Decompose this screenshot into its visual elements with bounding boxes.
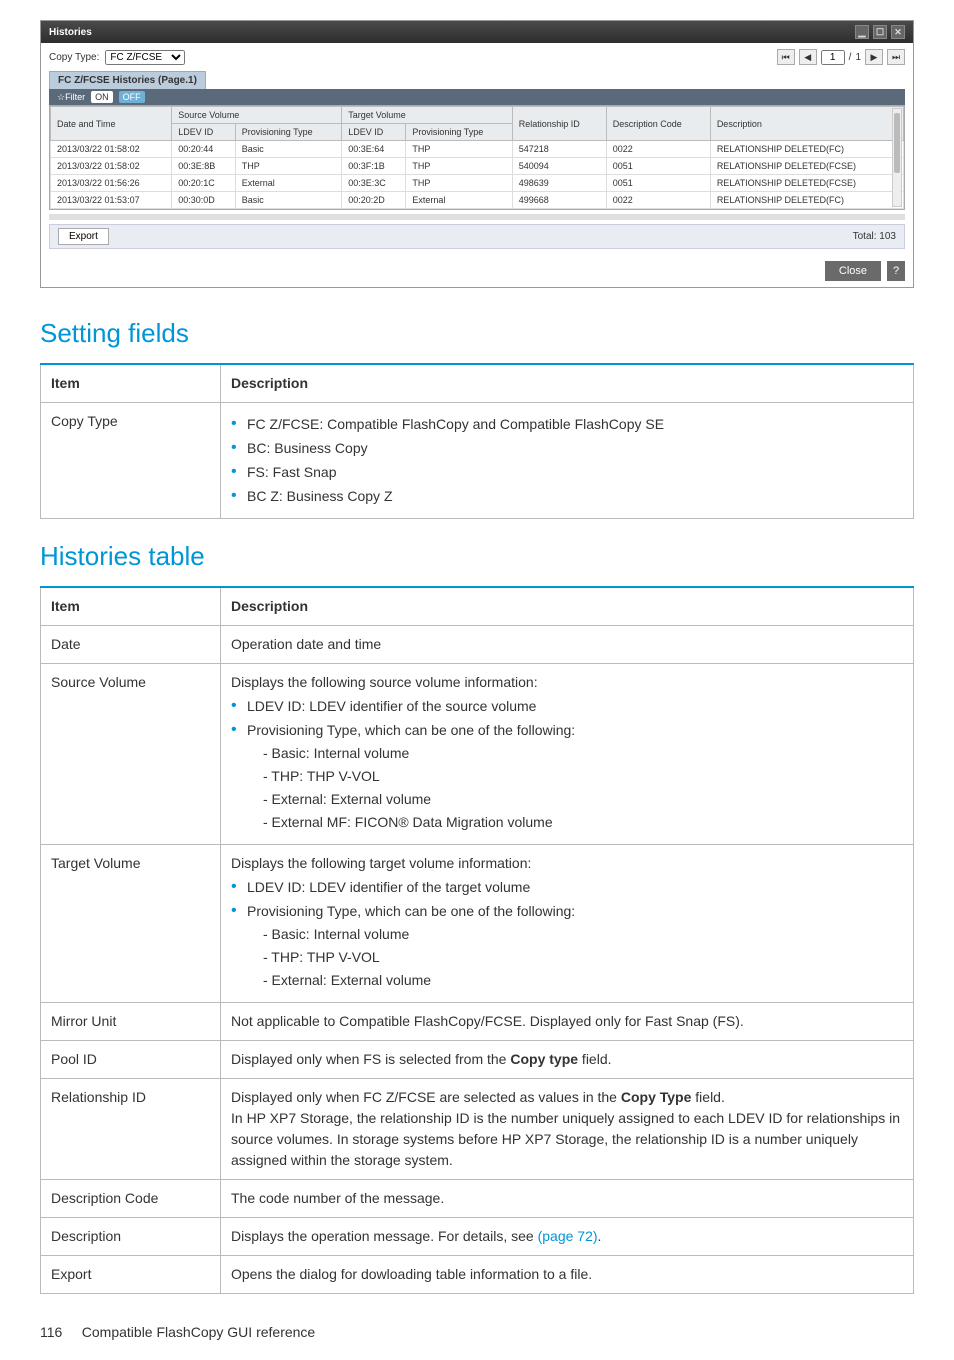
table-row: Relationship ID Displayed only when FC Z… — [41, 1079, 914, 1180]
table-row[interactable]: 2013/03/22 01:56:2600:20:1CExternal00:3E… — [51, 175, 904, 192]
col-item: Item — [41, 364, 221, 403]
section-histories-table: Histories table — [40, 541, 914, 572]
grid: Date and Time Source Volume Target Volum… — [49, 105, 905, 210]
table-row[interactable]: 2013/03/22 01:53:0700:30:0DBasic00:20:2D… — [51, 192, 904, 209]
cell-desc: FC Z/FCSE: Compatible FlashCopy and Comp… — [221, 403, 914, 519]
pager-sep: / — [849, 52, 852, 63]
table-row: Source Volume Displays the following sou… — [41, 664, 914, 845]
footer-text: Compatible FlashCopy GUI reference — [82, 1324, 315, 1340]
filter-on[interactable]: ON — [91, 91, 113, 103]
export-button[interactable]: Export — [58, 228, 109, 245]
vertical-scrollbar[interactable] — [892, 108, 902, 207]
total-label: Total: 103 — [853, 231, 896, 242]
setting-fields-table: Item Description Copy Type FC Z/FCSE: Co… — [40, 363, 914, 519]
table-row: Description Code The code number of the … — [41, 1180, 914, 1218]
toolbar: Copy Type: FC Z/FCSE ⏮ ◀ / 1 ▶ ⏭ — [41, 43, 913, 71]
close-icon[interactable]: ✕ — [891, 25, 905, 39]
pane-tab[interactable]: FC Z/FCSE Histories (Page.1) — [49, 71, 206, 89]
window-title: Histories — [49, 27, 92, 38]
page-72-link[interactable]: (page 72) — [538, 1228, 598, 1244]
table-row: Date Operation date and time — [41, 626, 914, 664]
col-desccode[interactable]: Description Code — [606, 107, 710, 141]
pager-next-icon[interactable]: ▶ — [865, 49, 883, 65]
col-datetime[interactable]: Date and Time — [51, 107, 172, 141]
table-row[interactable]: 2013/03/22 01:58:0200:3E:8BTHP00:3F:1BTH… — [51, 158, 904, 175]
pager-page-input[interactable] — [821, 50, 845, 65]
pager-last-icon[interactable]: ⏭ — [887, 49, 905, 65]
help-button[interactable]: ? — [887, 261, 905, 281]
minimize-icon[interactable]: ▁ — [855, 25, 869, 39]
maximize-icon[interactable]: ☐ — [873, 25, 887, 39]
table-row: Description Displays the operation messa… — [41, 1218, 914, 1256]
table-row: Target Volume Displays the following tar… — [41, 845, 914, 1003]
filter-bar: ☆Filter ON OFF — [49, 89, 905, 105]
col-tgt-ldev[interactable]: LDEV ID — [342, 124, 406, 141]
horizontal-scrollbar[interactable] — [49, 214, 905, 220]
close-button[interactable]: Close — [825, 261, 881, 281]
col-description: Description — [221, 364, 914, 403]
copy-type-label: Copy Type: — [49, 52, 99, 63]
bottom-bar: Close ? — [41, 255, 913, 287]
filter-label[interactable]: ☆Filter — [57, 92, 85, 103]
col-relid[interactable]: Relationship ID — [512, 107, 606, 141]
col-tgt-prov[interactable]: Provisioning Type — [406, 124, 512, 141]
col-source[interactable]: Source Volume — [172, 107, 342, 124]
col-src-ldev[interactable]: LDEV ID — [172, 124, 235, 141]
grid-footer: Export Total: 103 — [49, 224, 905, 249]
pager-total: 1 — [855, 52, 861, 63]
table-row: Mirror Unit Not applicable to Compatible… — [41, 1003, 914, 1041]
table-row: Pool ID Displayed only when FS is select… — [41, 1041, 914, 1079]
histories-window: Histories ▁ ☐ ✕ Copy Type: FC Z/FCSE ⏮ ◀… — [40, 20, 914, 288]
section-setting-fields: Setting fields — [40, 318, 914, 349]
col-src-prov[interactable]: Provisioning Type — [235, 124, 341, 141]
pager-prev-icon[interactable]: ◀ — [799, 49, 817, 65]
pager: ⏮ ◀ / 1 ▶ ⏭ — [777, 49, 905, 65]
page-number: 116 — [40, 1324, 62, 1340]
col-description: Description — [221, 587, 914, 626]
page-footer: 116 Compatible FlashCopy GUI reference — [40, 1324, 914, 1340]
filter-off[interactable]: OFF — [119, 91, 145, 103]
col-item: Item — [41, 587, 221, 626]
pager-first-icon[interactable]: ⏮ — [777, 49, 795, 65]
col-desc[interactable]: Description — [710, 107, 903, 141]
table-row: Copy Type FC Z/FCSE: Compatible FlashCop… — [41, 403, 914, 519]
cell-item: Copy Type — [41, 403, 221, 519]
copy-type-select[interactable]: FC Z/FCSE — [105, 50, 185, 65]
titlebar: Histories ▁ ☐ ✕ — [41, 21, 913, 43]
col-target[interactable]: Target Volume — [342, 107, 513, 124]
table-row[interactable]: 2013/03/22 01:58:0200:20:44Basic00:3E:64… — [51, 141, 904, 158]
titlebar-controls: ▁ ☐ ✕ — [855, 25, 905, 39]
table-row: Export Opens the dialog for dowloading t… — [41, 1256, 914, 1294]
histories-table: Item Description Date Operation date and… — [40, 586, 914, 1294]
